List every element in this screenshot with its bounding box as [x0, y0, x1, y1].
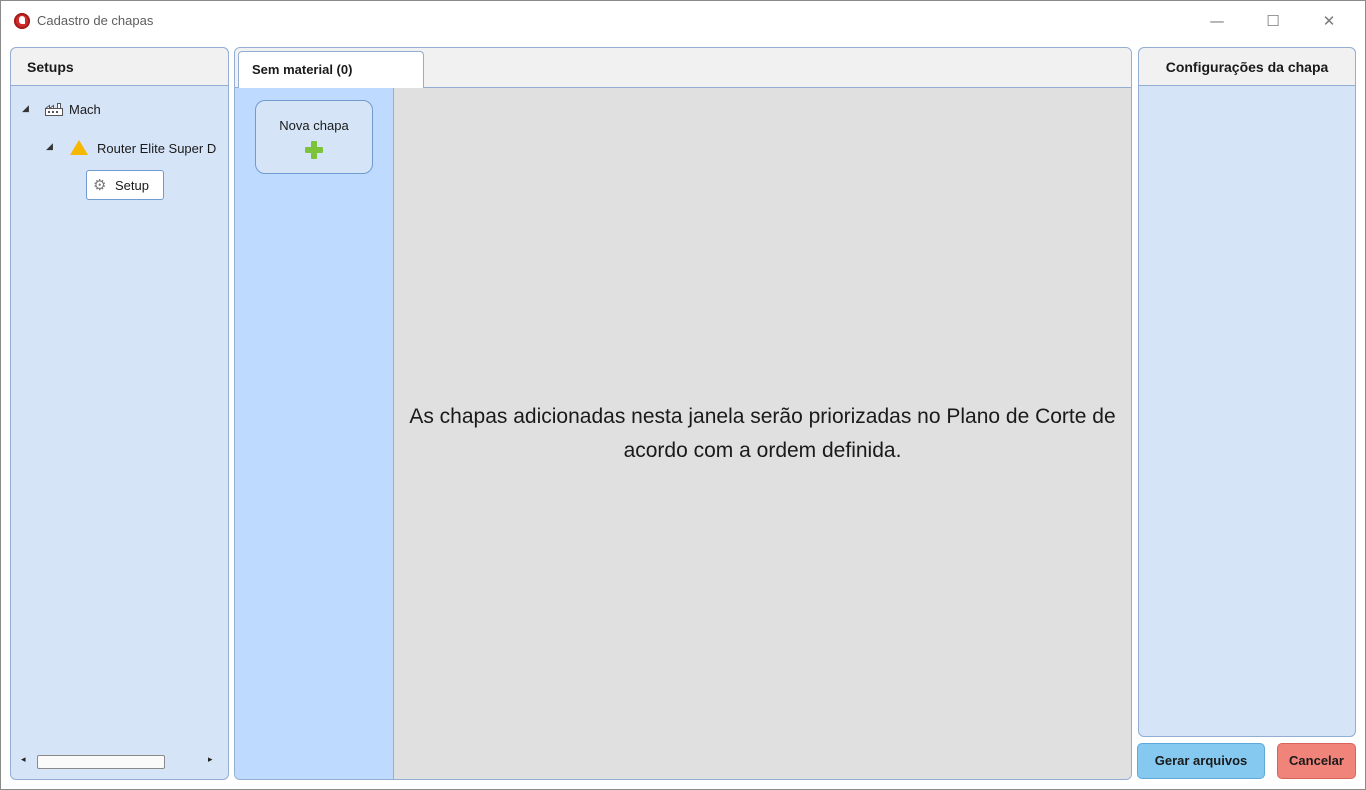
expand-arrow-icon[interactable]: ◢ [22, 104, 29, 114]
tree-node-setup[interactable]: ⚙ Setup [86, 170, 164, 200]
main-window: Cadastro de chapas — ☐ ✕ Setups ◢ Mach ◢… [0, 0, 1366, 790]
setups-header: Setups [11, 48, 228, 86]
cancel-button[interactable]: Cancelar [1277, 743, 1356, 779]
sheet-list: Nova chapa [235, 88, 394, 779]
generate-files-button[interactable]: Gerar arquivos [1137, 743, 1265, 779]
empty-state-message: As chapas adicionadas nesta janela serão… [409, 405, 1116, 462]
close-button[interactable]: ✕ [1306, 1, 1352, 41]
tree-label-setup: Setup [115, 178, 149, 193]
warning-icon [70, 140, 88, 155]
factory-icon [45, 103, 63, 116]
scroll-right-arrow-icon[interactable]: ▸ [208, 755, 213, 765]
minimize-button[interactable]: — [1194, 1, 1240, 41]
expand-arrow-icon[interactable]: ◢ [46, 142, 53, 152]
scroll-thumb[interactable] [37, 755, 165, 769]
sheet-canvas: As chapas adicionadas nesta janela serão… [394, 88, 1131, 779]
horizontal-scrollbar[interactable]: ◂ ▸ [21, 755, 219, 769]
tree-node-mach[interactable]: ◢ Mach [11, 100, 228, 120]
config-header: Configurações da chapa [1139, 48, 1355, 86]
maximize-button[interactable]: ☐ [1250, 1, 1296, 41]
sheet-config-panel: Configurações da chapa [1138, 47, 1356, 737]
plus-icon [305, 141, 323, 159]
sheets-panel: Sem material (0) Nova chapa As chapas ad… [234, 47, 1132, 780]
tree-label-machine: Router Elite Super D [97, 141, 217, 156]
new-sheet-button[interactable]: Nova chapa [255, 100, 373, 174]
scroll-left-arrow-icon[interactable]: ◂ [21, 755, 26, 765]
tree-label-mach: Mach [69, 102, 101, 117]
tab-sem-material[interactable]: Sem material (0) [238, 51, 424, 88]
window-title: Cadastro de chapas [37, 13, 154, 28]
material-tabstrip: Sem material (0) [235, 48, 1131, 88]
gear-icon: ⚙ [93, 176, 107, 194]
title-bar: Cadastro de chapas — ☐ ✕ [1, 1, 1365, 41]
setups-panel: Setups ◢ Mach ◢ Router Elite Super D ⚙ S… [10, 47, 229, 780]
app-logo-icon [14, 13, 30, 29]
new-sheet-label: Nova chapa [279, 118, 349, 133]
tree-node-machine[interactable]: ◢ Router Elite Super D [11, 138, 228, 158]
